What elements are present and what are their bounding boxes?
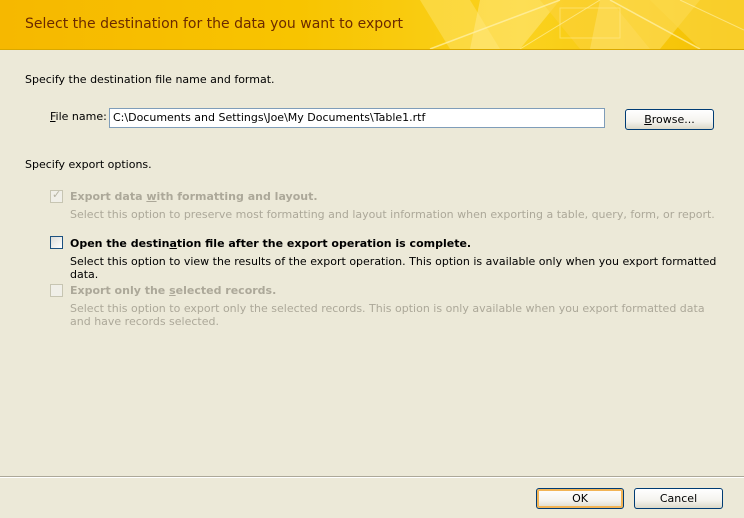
page-title: Select the destination for the data you … <box>25 16 403 32</box>
footer-divider <box>0 476 744 478</box>
export-formatting-description: Select this option to preserve most form… <box>70 208 715 221</box>
destination-section-label: Specify the destination file name and fo… <box>25 73 275 86</box>
open-destination-description: Select this option to view the results o… <box>70 255 717 281</box>
export-selected-label: Export only the selected records. <box>70 284 277 297</box>
open-destination-checkbox[interactable] <box>50 236 63 249</box>
wizard-header: Select the destination for the data you … <box>0 0 744 50</box>
cancel-button[interactable]: Cancel <box>634 488 723 509</box>
export-selected-checkbox[interactable] <box>50 284 63 297</box>
file-name-label: File name: <box>50 110 107 123</box>
options-section-label: Specify export options. <box>25 158 152 171</box>
export-formatting-label: Export data with formatting and layout. <box>70 190 318 203</box>
open-destination-label: Open the destination file after the expo… <box>70 237 472 250</box>
file-name-input[interactable] <box>109 108 605 128</box>
checkmark-icon: ✓ <box>52 188 62 201</box>
export-formatting-checkbox[interactable]: ✓ <box>50 188 63 203</box>
ok-button[interactable]: OK <box>536 488 624 509</box>
browse-button[interactable]: Browse... <box>625 109 714 130</box>
export-selected-description: Select this option to export only the se… <box>70 302 705 328</box>
